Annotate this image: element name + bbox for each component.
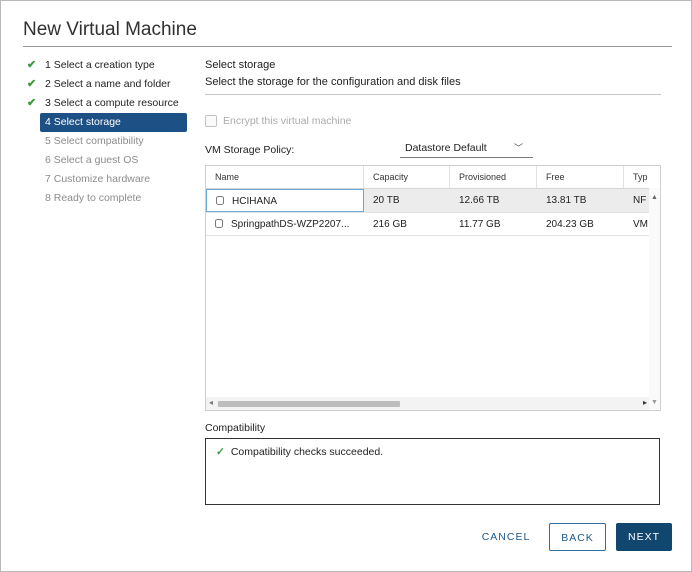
policy-value: Datastore Default xyxy=(405,142,487,154)
datastore-name: HCIHANA xyxy=(232,196,278,207)
free-cell: 13.81 TB xyxy=(546,195,587,206)
step-4[interactable]: 4 Select storage xyxy=(40,113,187,132)
step-8: 8 Ready to complete xyxy=(27,189,192,208)
name-cell: HCIHANA xyxy=(206,189,364,212)
provisioned-cell: 12.66 TB xyxy=(459,195,500,206)
step-label: 4 Select storage xyxy=(45,116,121,128)
step-2[interactable]: ✔ 2 Select a name and folder xyxy=(27,75,192,94)
free-cell: 204.23 GB xyxy=(546,219,594,230)
encrypt-option[interactable]: Encrypt this virtual machine xyxy=(205,115,351,127)
cancel-button[interactable]: CANCEL xyxy=(477,523,535,551)
compatibility-message: ✓ Compatibility checks succeeded. xyxy=(216,446,383,458)
step-label: 7 Customize hardware xyxy=(45,173,151,185)
compatibility-text: Compatibility checks succeeded. xyxy=(230,446,384,458)
title-divider xyxy=(23,46,672,47)
datastore-icon xyxy=(216,195,224,205)
scroll-down-icon[interactable]: ▼ xyxy=(651,399,658,406)
step-1[interactable]: ✔ 1 Select a creation type xyxy=(27,56,192,75)
step-label: 3 Select a compute resource xyxy=(45,97,179,109)
column-header-free[interactable]: Free xyxy=(537,166,624,188)
column-header-name[interactable]: Name xyxy=(206,166,364,188)
step-label: 6 Select a guest OS xyxy=(45,154,139,166)
column-header-capacity[interactable]: Capacity xyxy=(364,166,450,188)
provisioned-cell: 11.77 GB xyxy=(459,219,501,230)
column-header-type[interactable]: Typ xyxy=(624,166,660,188)
chevron-down-icon: ﹀ xyxy=(513,143,523,153)
capacity-cell: 216 GB xyxy=(373,219,407,230)
wizard-steps: ✔ 1 Select a creation type ✔ 2 Select a na… xyxy=(27,56,192,208)
check-icon: ✔ xyxy=(27,59,37,71)
horizontal-scrollbar[interactable]: ◂ ▸ xyxy=(206,397,649,410)
next-button[interactable]: NEXT xyxy=(616,523,672,551)
compatibility-box: ✓ Compatibility checks succeeded. xyxy=(205,438,660,505)
step-label: 8 Ready to complete xyxy=(45,192,142,204)
content-description: Select the storage for the configuration… xyxy=(205,76,461,88)
step-5: 5 Select compatibility xyxy=(27,132,192,151)
encrypt-label: Encrypt this virtual machine xyxy=(223,115,352,127)
step-label: 2 Select a name and folder xyxy=(45,78,171,90)
step-7: 7 Customize hardware xyxy=(27,170,192,189)
check-icon: ✓ xyxy=(216,446,225,458)
vertical-scrollbar[interactable]: ▲ ▼ xyxy=(649,188,660,409)
column-header-provisioned[interactable]: Provisioned xyxy=(450,166,537,188)
name-cell: SpringpathDS-WZP2207... xyxy=(206,213,364,236)
dialog-title: New Virtual Machine xyxy=(23,19,197,40)
table-row[interactable]: HCIHANA 20 TB 12.66 TB 13.81 TB NF xyxy=(206,189,660,212)
table-row[interactable]: SpringpathDS-WZP2207... 216 GB 11.77 GB … xyxy=(206,213,660,236)
check-icon: ✔ xyxy=(27,78,37,90)
step-label: 5 Select compatibility xyxy=(45,135,144,147)
back-button[interactable]: BACK xyxy=(549,523,606,551)
scroll-up-icon[interactable]: ▲ xyxy=(651,194,658,201)
scroll-right-icon[interactable]: ▸ xyxy=(643,398,647,407)
content-heading: Select storage xyxy=(205,59,276,71)
datastore-icon xyxy=(215,218,223,228)
scroll-left-icon[interactable]: ◂ xyxy=(209,398,213,407)
check-icon: ✔ xyxy=(27,97,37,109)
step-6: 6 Select a guest OS xyxy=(27,151,192,170)
compatibility-label: Compatibility xyxy=(205,422,266,434)
scrollbar-thumb[interactable] xyxy=(218,401,400,407)
step-3[interactable]: ✔ 3 Select a compute resource xyxy=(27,94,192,113)
datastore-grid: Name Capacity Provisioned Free Typ HCIHA… xyxy=(205,165,661,411)
grid-header: Name Capacity Provisioned Free Typ xyxy=(206,166,660,189)
step-label: 1 Select a creation type xyxy=(45,59,155,71)
new-vm-dialog: New Virtual Machine ✔ 1 Select a creation… xyxy=(0,0,692,572)
policy-label: VM Storage Policy: xyxy=(205,144,295,156)
capacity-cell: 20 TB xyxy=(373,195,400,206)
content-divider xyxy=(205,94,661,95)
row-divider xyxy=(206,235,660,236)
policy-select[interactable]: Datastore Default ﹀ xyxy=(400,139,533,158)
encrypt-checkbox[interactable] xyxy=(205,115,217,127)
datastore-name: SpringpathDS-WZP2207... xyxy=(231,219,350,230)
